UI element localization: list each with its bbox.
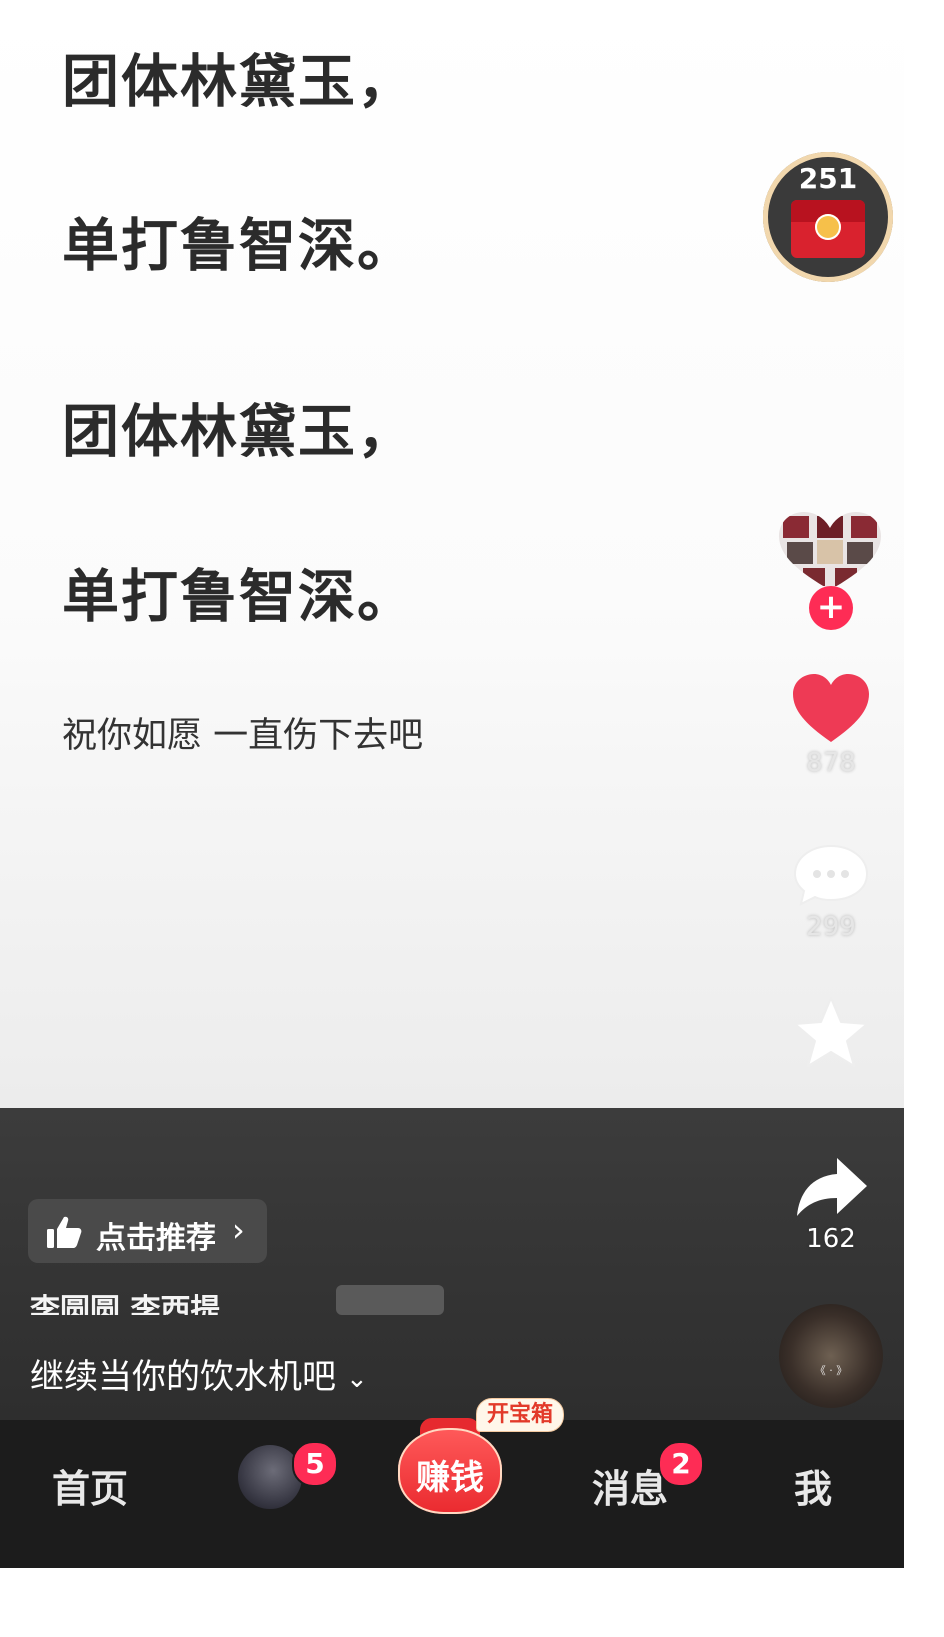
recommend-button[interactable]: 点击推荐 › <box>28 1199 267 1263</box>
thumbs-up-icon <box>47 1216 82 1248</box>
red-packet-coin <box>815 214 841 240</box>
recommend-label: 点击推荐 <box>96 1221 216 1256</box>
star-icon <box>794 997 868 1067</box>
share-button[interactable]: 162 <box>786 1154 876 1254</box>
lyric-line-4: 单打鲁智深。 <box>62 564 416 630</box>
tab-me[interactable]: 我 <box>794 1458 832 1513</box>
lyric-line-1: 团体林黛玉， <box>62 49 416 115</box>
share-arrow-icon <box>797 1158 867 1216</box>
like-count: 878 <box>806 748 856 778</box>
comment-button[interactable]: 299 <box>786 842 876 942</box>
share-count: 162 <box>806 1224 856 1254</box>
like-button[interactable]: 878 <box>786 672 876 778</box>
video-caption[interactable]: 继续当你的饮水机吧 ⌄ <box>30 1349 368 1398</box>
comment-count: 299 <box>806 912 856 942</box>
chevron-down-icon: ⌄ <box>346 1363 368 1394</box>
comment-icon <box>793 844 869 906</box>
author-tag <box>336 1285 444 1315</box>
red-packet-count: 251 <box>798 162 858 195</box>
follow-plus-button[interactable]: + <box>809 586 853 630</box>
tab-messages[interactable]: 消息 <box>592 1458 668 1513</box>
lyric-line-2: 单打鲁智深。 <box>62 213 416 279</box>
avatar-heart-collage <box>779 512 881 590</box>
tab-earn[interactable]: 赚钱 <box>398 1418 502 1514</box>
tab-home[interactable]: 首页 <box>52 1458 128 1513</box>
lyric-subtitle: 祝你如愿 一直伤下去吧 <box>62 716 424 756</box>
author-row[interactable]: 李圆圆 李西提 <box>30 1285 470 1315</box>
red-packet-widget[interactable]: 251 <box>763 152 893 282</box>
friends-badge: 5 <box>292 1441 338 1487</box>
music-disc-label: 《 · 》 <box>814 1364 848 1377</box>
heart-icon <box>793 674 869 742</box>
earn-label: 赚钱 <box>416 1458 484 1498</box>
video-page: 团体林黛玉， 单打鲁智深。 团体林黛玉， 单打鲁智深。 祝你如愿 一直伤下去吧 … <box>0 0 904 1568</box>
author-name: 李圆圆 李西提 <box>30 1293 221 1315</box>
treasure-chest-tip[interactable]: 开宝箱 <box>476 1398 565 1432</box>
music-disc[interactable]: 《 · 》 <box>779 1304 883 1408</box>
caption-text: 继续当你的饮水机吧 <box>30 1357 336 1397</box>
chevron-right-icon: › <box>232 1211 245 1249</box>
messages-badge: 2 <box>658 1441 704 1487</box>
lyric-line-3: 团体林黛玉， <box>62 399 416 465</box>
favorite-button[interactable] <box>786 994 876 1074</box>
